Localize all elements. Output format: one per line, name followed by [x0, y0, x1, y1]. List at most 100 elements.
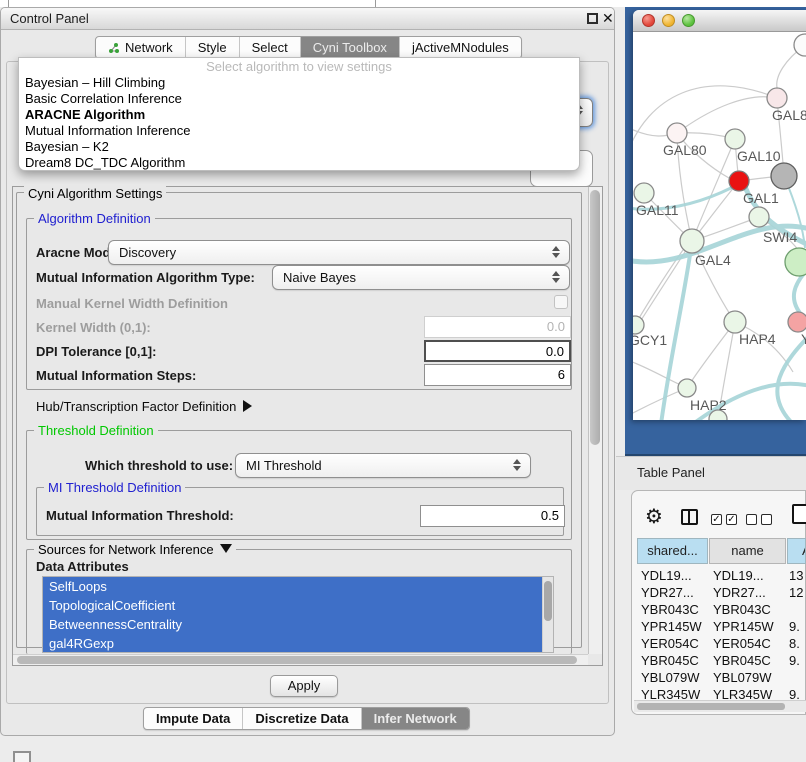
select-all-checkbox-icon[interactable]: ✓ — [726, 514, 737, 525]
top-tick-right — [375, 0, 376, 7]
dropdown-item[interactable]: Basic Correlation Inference — [19, 91, 579, 107]
tab-label: Network — [125, 40, 173, 55]
control-panel-tabbar: Network Style Select Cyni ToolboxjActiveMNo… — [95, 36, 522, 59]
attributes-list-scroll-thumb[interactable] — [544, 581, 552, 621]
algorithm-dropdown-list: Bayesian – Hill ClimbingBasic Correlatio… — [19, 75, 579, 171]
dropdown-item[interactable]: Bayesian – Hill Climbing — [19, 75, 579, 91]
column-header-name[interactable]: name — [709, 538, 786, 564]
data-attributes-list[interactable]: SelfLoopsTopologicalCoefficientBetweenne… — [42, 576, 554, 653]
deselect-all-checkbox-icon[interactable] — [761, 514, 772, 525]
mi-algorithm-type-select[interactable]: Naive Bayes — [272, 265, 570, 290]
network-canvas[interactable]: GAL8GAL80GAL10GAL1GAL11SWI4GAL4GCY1HAP4Y… — [633, 32, 806, 420]
algorithm-dropdown-placeholder: Select algorithm to view settings — [19, 58, 579, 75]
table-hscroll-thumb[interactable] — [637, 703, 785, 710]
which-threshold-select[interactable]: MI Threshold — [235, 453, 531, 478]
network-node-gal80[interactable] — [667, 123, 687, 143]
dropdown-item[interactable]: Mutual Information Inference — [19, 123, 579, 139]
table-row[interactable]: YBR045CYBR045C9. — [637, 652, 806, 669]
settings-hscroll-thumb[interactable] — [17, 656, 577, 664]
table-row[interactable]: YDR27...YDR27...12 — [637, 584, 806, 601]
mi-steps-input[interactable]: 6 — [424, 364, 571, 386]
window-close-traffic-icon[interactable] — [642, 14, 655, 27]
tab-network[interactable]: Network — [96, 37, 186, 58]
attribute-list-item[interactable]: BetweennessCentrality — [43, 615, 553, 634]
node-label-gal8: GAL8 — [772, 107, 806, 123]
sources-legend[interactable]: Sources for Network Inference — [34, 542, 236, 557]
network-node-gal10[interactable] — [725, 129, 745, 149]
table-cell: YDR27... — [641, 584, 694, 601]
node-label-hap4: HAP4 — [739, 331, 776, 347]
attribute-list-item[interactable]: TopologicalCoefficient — [43, 596, 553, 615]
dropdown-item[interactable]: Dream8 DC_TDC Algorithm — [19, 155, 579, 171]
tab-style[interactable]: Style — [186, 37, 240, 58]
dropdown-item[interactable]: Bayesian – K2 — [19, 139, 579, 155]
tab-label: Select — [252, 40, 288, 55]
tab-discretize-data[interactable]: Discretize Data — [243, 708, 361, 729]
manual-kernel-width-checkbox[interactable] — [554, 295, 568, 309]
table-row[interactable]: YBR043CYBR043C — [637, 601, 806, 618]
top-tick-left — [8, 0, 9, 7]
apply-button[interactable]: Apply — [270, 675, 338, 697]
tab-impute-data[interactable]: Impute Data — [144, 708, 243, 729]
table-cell: 9. — [789, 652, 800, 669]
select-all-checkbox-icon[interactable]: ✓ — [711, 514, 722, 525]
mini-float-icon[interactable] — [13, 751, 31, 762]
dropdown-item[interactable]: ARACNE Algorithm — [19, 107, 579, 123]
tab-label: Style — [198, 40, 227, 55]
table-row[interactable]: YBL079WYBL079W — [637, 669, 806, 686]
dpi-tolerance-input[interactable]: 0.0 — [424, 340, 571, 362]
attribute-list-item[interactable]: gal4RGexp — [43, 634, 553, 653]
table-panel-title: Table Panel — [637, 465, 705, 480]
hub-definition-expander[interactable]: Hub/Transcription Factor Definition — [36, 399, 252, 414]
dpi-tolerance-label: DPI Tolerance [0,1]: — [36, 344, 156, 359]
algorithm-definition-legend: Algorithm Definition — [34, 211, 155, 226]
deselect-all-checkbox-icon[interactable] — [746, 514, 757, 525]
export-table-icon[interactable] — [792, 504, 806, 524]
settings-vscroll-thumb[interactable] — [590, 190, 600, 445]
network-node-swi4[interactable] — [749, 207, 769, 227]
table-cell: YBL079W — [713, 669, 772, 686]
table-row[interactable]: YDL19...YDL19...13 — [637, 567, 806, 584]
network-node-hap2[interactable] — [678, 379, 696, 397]
network-node-hap4[interactable] — [724, 311, 746, 333]
tab-infer-network[interactable]: Infer Network — [362, 708, 469, 729]
attribute-list-item[interactable]: SelfLoops — [43, 577, 553, 596]
table-cell: YPR145W — [713, 618, 774, 635]
network-node-gal8[interactable] — [767, 88, 787, 108]
cyni-algorithm-settings-legend: Cyni Algorithm Settings — [24, 186, 166, 201]
tab-select[interactable]: Select — [240, 37, 301, 58]
which-threshold-label: Which threshold to use: — [85, 458, 233, 473]
table-columns-icon[interactable] — [681, 509, 698, 525]
network-node[interactable] — [771, 163, 797, 189]
aracne-mode-select[interactable]: Discovery — [108, 240, 570, 265]
window-zoom-traffic-icon[interactable] — [682, 14, 695, 27]
column-header-shared-name[interactable]: shared... — [637, 538, 708, 564]
column-header-partial[interactable]: A — [787, 538, 806, 564]
expander-arrow-icon — [243, 400, 252, 412]
table-settings-gear-icon[interactable]: ⚙ — [645, 504, 663, 529]
combo-spinner-icon — [513, 459, 521, 471]
table-row[interactable]: YPR145WYPR145W9. — [637, 618, 806, 635]
table-cell: 9. — [789, 618, 800, 635]
network-window-titlebar[interactable] — [633, 10, 806, 32]
close-icon[interactable]: ✕ — [602, 10, 614, 27]
window-minimize-traffic-icon[interactable] — [662, 14, 675, 27]
node-label-y: Y — [801, 331, 806, 347]
table-row[interactable]: YLR345WYLR345W9. — [637, 686, 806, 700]
control-panel-titlebar[interactable] — [1, 8, 614, 30]
network-node-gal1[interactable] — [729, 171, 749, 191]
combo-spinner-icon — [552, 246, 560, 258]
network-node-gal4[interactable] — [680, 229, 704, 253]
network-node-y[interactable] — [788, 312, 806, 332]
tab-cyni-toolbox[interactable]: Cyni Toolbox — [301, 37, 400, 58]
mi-threshold-input[interactable]: 0.5 — [420, 505, 565, 527]
table-row[interactable]: YER054CYER054C8. — [637, 635, 806, 652]
float-window-icon[interactable] — [587, 13, 598, 24]
mi-threshold-label: Mutual Information Threshold: — [46, 508, 234, 523]
table-cell: YBR045C — [641, 652, 699, 669]
tab-jactivemnodules[interactable]: jActiveMNodules — [400, 37, 521, 58]
mi-threshold-definition-legend: MI Threshold Definition — [44, 480, 185, 495]
kernel-width-input[interactable]: 0.0 — [424, 316, 571, 338]
network-node[interactable] — [785, 248, 806, 276]
network-node-gal11[interactable] — [634, 183, 654, 203]
